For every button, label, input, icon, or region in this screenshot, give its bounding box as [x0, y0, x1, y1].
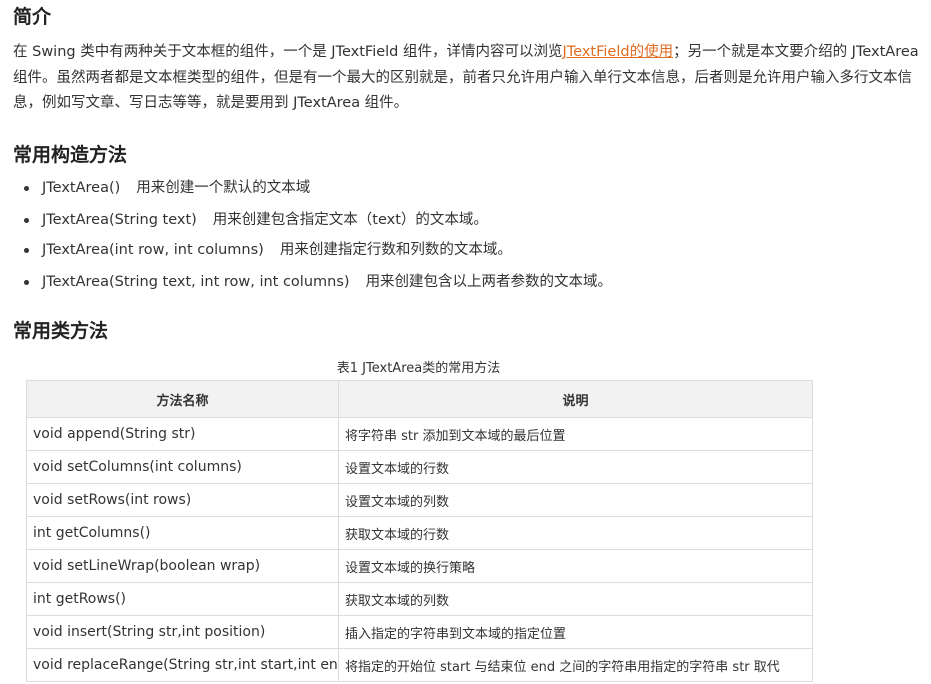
constructor-signature: JTextArea() [42, 180, 121, 196]
method-name-cell: void append(String str) [26, 417, 339, 451]
constructors-heading: 常用构造方法 [13, 144, 128, 166]
method-description-cell: 将指定的开始位 start 与结束位 end 之间的字符串用指定的字符串 str… [338, 648, 813, 682]
method-description-cell: 将字符串 str 添加到文本域的最后位置 [338, 417, 813, 451]
list-item: JTextArea(String text, int row, int colu… [24, 272, 612, 292]
constructor-description: 用来创建指定行数和列数的文本域。 [279, 242, 512, 258]
method-description-cell: 设置文本域的行数 [338, 450, 813, 484]
table-row: void setLineWrap(boolean wrap) 设置文本域的换行策略 [26, 549, 813, 583]
intro-paragraph: 在 Swing 类中有两种关于文本框的组件，一个是 JTextField 组件，… [13, 40, 928, 117]
constructor-signature: JTextArea(String text) [42, 212, 197, 228]
constructor-description: 用来创建一个默认的文本域 [136, 180, 311, 196]
bullet-icon [24, 248, 29, 253]
table-row: void setRows(int rows) 设置文本域的列数 [26, 483, 813, 517]
table-row: void insert(String str,int position) 插入指定… [26, 615, 813, 649]
methods-heading: 常用类方法 [13, 320, 109, 342]
method-name-cell: void setLineWrap(boolean wrap) [26, 549, 339, 583]
constructor-description: 用来创建包含指定文本（text）的文本域。 [212, 212, 488, 228]
method-description-cell: 设置文本域的列数 [338, 483, 813, 517]
method-name-cell: void replaceRange(String str,int start,i… [26, 648, 339, 682]
bullet-icon [24, 186, 29, 191]
method-description-cell: 获取文本域的行数 [338, 516, 813, 550]
table-row: void replaceRange(String str,int start,i… [26, 648, 813, 682]
method-name-cell: int getRows() [26, 582, 339, 616]
table-row: void append(String str) 将字符串 str 添加到文本域的最… [26, 417, 813, 451]
methods-table: 方法名称 说明 void append(String str) 将字符串 str … [26, 380, 813, 682]
constructor-description: 用来创建包含以上两者参数的文本域。 [365, 274, 613, 290]
table-row: void setColumns(int columns) 设置文本域的行数 [26, 450, 813, 484]
list-item: JTextArea() 用来创建一个默认的文本域 [24, 178, 310, 198]
intro-heading: 简介 [13, 6, 52, 28]
table-row: int getRows() 获取文本域的列数 [26, 582, 813, 616]
column-header-description: 说明 [338, 380, 813, 418]
list-item: JTextArea(String text) 用来创建包含指定文本（text）的文… [24, 210, 488, 230]
method-name-cell: void setRows(int rows) [26, 483, 339, 517]
bullet-icon [24, 218, 29, 223]
method-name-cell: int getColumns() [26, 516, 339, 550]
constructor-signature: JTextArea(int row, int columns) [42, 242, 264, 258]
column-header-method-name: 方法名称 [26, 380, 339, 418]
jtextfield-link[interactable]: JTextField的使用 [563, 44, 674, 60]
method-name-cell: void insert(String str,int position) [26, 615, 339, 649]
method-description-cell: 插入指定的字符串到文本域的指定位置 [338, 615, 813, 649]
method-description-cell: 获取文本域的列数 [338, 582, 813, 616]
method-description-cell: 设置文本域的换行策略 [338, 549, 813, 583]
method-name-cell: void setColumns(int columns) [26, 450, 339, 484]
list-item: JTextArea(int row, int columns) 用来创建指定行数和… [24, 240, 512, 260]
table-row: int getColumns() 获取文本域的行数 [26, 516, 813, 550]
intro-text-before-link: 在 Swing 类中有两种关于文本框的组件，一个是 JTextField 组件，… [13, 44, 563, 60]
table-caption: 表1 JTextArea类的常用方法 [336, 361, 501, 376]
table-header-row: 方法名称 说明 [26, 380, 813, 418]
constructor-signature: JTextArea(String text, int row, int colu… [42, 274, 350, 290]
bullet-icon [24, 280, 29, 285]
